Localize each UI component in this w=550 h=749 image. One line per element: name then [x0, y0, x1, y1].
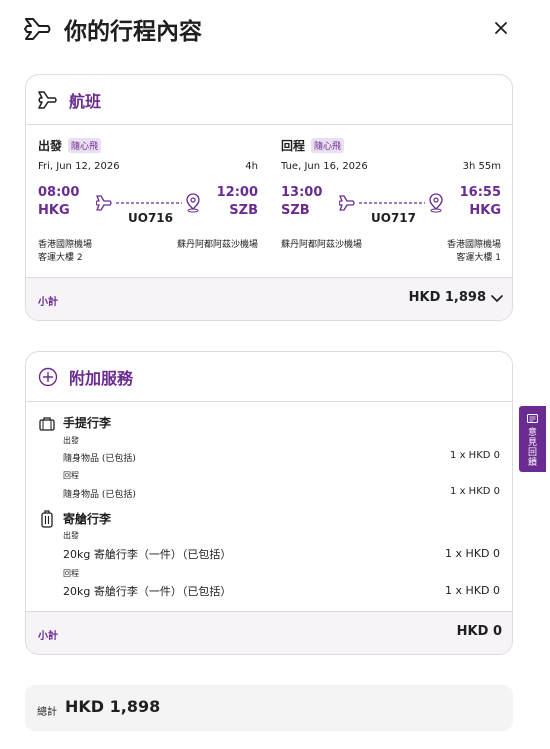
leg-date: Fri, Jun 12, 2026: [38, 161, 120, 172]
feedback-label: 意見回饋: [527, 428, 537, 468]
route-line: [96, 193, 200, 213]
checked-return-item: 20kg 寄艙行李（一件）（已包括）: [63, 585, 232, 598]
flights-title: 航班: [69, 92, 102, 111]
carry-on-outbound-price: 1 x HKD 0: [450, 450, 500, 461]
departure-time: 13:00: [281, 185, 323, 200]
flight-number: UO717: [371, 211, 416, 225]
services-card-header: 附加服務: [26, 352, 512, 402]
flight-leg-return: 回程 隨心飛 Tue, Jun 16, 2026 3h 55m 13:00 16…: [281, 137, 501, 267]
checked-outbound-price: 1 x HKD 0: [445, 547, 500, 560]
carry-on-return-price: 1 x HKD 0: [450, 486, 500, 497]
arrival-airport: 蘇丹阿都阿茲沙機場: [176, 240, 258, 250]
location-pin-icon: [429, 193, 443, 213]
chevron-down-icon[interactable]: [491, 294, 503, 304]
subtotal-label: 小計: [38, 631, 58, 642]
fare-tag: 隨心飛: [311, 138, 345, 153]
subtotal-label: 小計: [38, 297, 58, 308]
feedback-tab[interactable]: 意見回饋: [519, 406, 546, 472]
flight-leg-outbound: 出發 隨心飛 Fri, Jun 12, 2026 4h 08:00 12:00 …: [38, 137, 258, 267]
page-title: 你的行程內容: [64, 19, 202, 45]
checked-return-label: 回程: [63, 569, 79, 578]
checked-outbound-item: 20kg 寄艙行李（一件）（已包括）: [63, 548, 232, 561]
departure-code: SZB: [281, 203, 310, 218]
arrival-time: 12:00: [216, 185, 258, 200]
departure-time: 08:00: [38, 185, 80, 200]
arrival-airport: 香港國際機場 客運大樓 1: [446, 240, 501, 263]
feedback-icon: [527, 414, 538, 423]
departure-airport: 香港國際機場 客運大樓 2: [38, 240, 93, 263]
arrival-code: HKG: [469, 203, 501, 218]
route-line: [339, 193, 443, 213]
carry-on-outbound-label: 出發: [63, 436, 79, 445]
services-subtotal-bar: 小計 HKD 0: [26, 611, 512, 654]
flights-subtotal-bar[interactable]: 小計 HKD 1,898: [26, 277, 512, 320]
total-bar: 總計 HKD 1,898: [25, 685, 513, 731]
luggage-icon: [41, 510, 53, 528]
page-header: 你的行程內容: [0, 0, 550, 60]
plane-icon: [24, 18, 51, 40]
departure-airport: 蘇丹阿都阿茲沙機場: [281, 240, 363, 250]
carry-on-title: 手提行李: [63, 416, 112, 430]
carry-on-outbound-item: 隨身物品 (已包括): [63, 454, 136, 464]
checked-return-price: 1 x HKD 0: [445, 584, 500, 597]
fare-tag: 隨心飛: [68, 138, 102, 153]
plane-icon: [38, 91, 57, 109]
total-label: 總計: [37, 707, 57, 718]
services-title: 附加服務: [69, 369, 134, 388]
carry-on-return-item: 隨身物品 (已包括): [63, 490, 136, 500]
leg-date: Tue, Jun 16, 2026: [281, 161, 368, 172]
carry-on-return-label: 回程: [63, 471, 79, 480]
departure-code: HKG: [38, 203, 70, 218]
total-amount: HKD 1,898: [65, 697, 161, 716]
checked-outbound-label: 出發: [63, 531, 79, 540]
flights-card: 航班 出發 隨心飛 Fri, Jun 12, 2026 4h 08:00 12:…: [25, 74, 513, 321]
location-pin-icon: [186, 193, 200, 213]
leg-duration: 3h 55m: [462, 161, 501, 172]
leg-direction: 出發: [38, 139, 63, 153]
plus-circle-icon: [38, 367, 58, 387]
flight-number: UO716: [128, 211, 173, 225]
plane-icon: [339, 195, 355, 211]
arrival-code: SZB: [229, 203, 258, 218]
flights-card-header: 航班: [26, 75, 512, 125]
subtotal-amount: HKD 1,898: [408, 290, 486, 305]
leg-direction: 回程: [281, 139, 306, 153]
close-icon[interactable]: [490, 17, 512, 39]
leg-duration: 4h: [245, 161, 258, 172]
subtotal-amount: HKD 0: [456, 624, 502, 639]
plane-icon: [96, 195, 112, 211]
briefcase-icon: [39, 417, 55, 431]
checked-baggage-title: 寄艙行李: [63, 512, 112, 526]
arrival-time: 16:55: [459, 185, 501, 200]
services-card: 附加服務 手提行李 出發 隨身物品 (已包括) 1 x HKD 0 回程 隨身物…: [25, 351, 513, 655]
